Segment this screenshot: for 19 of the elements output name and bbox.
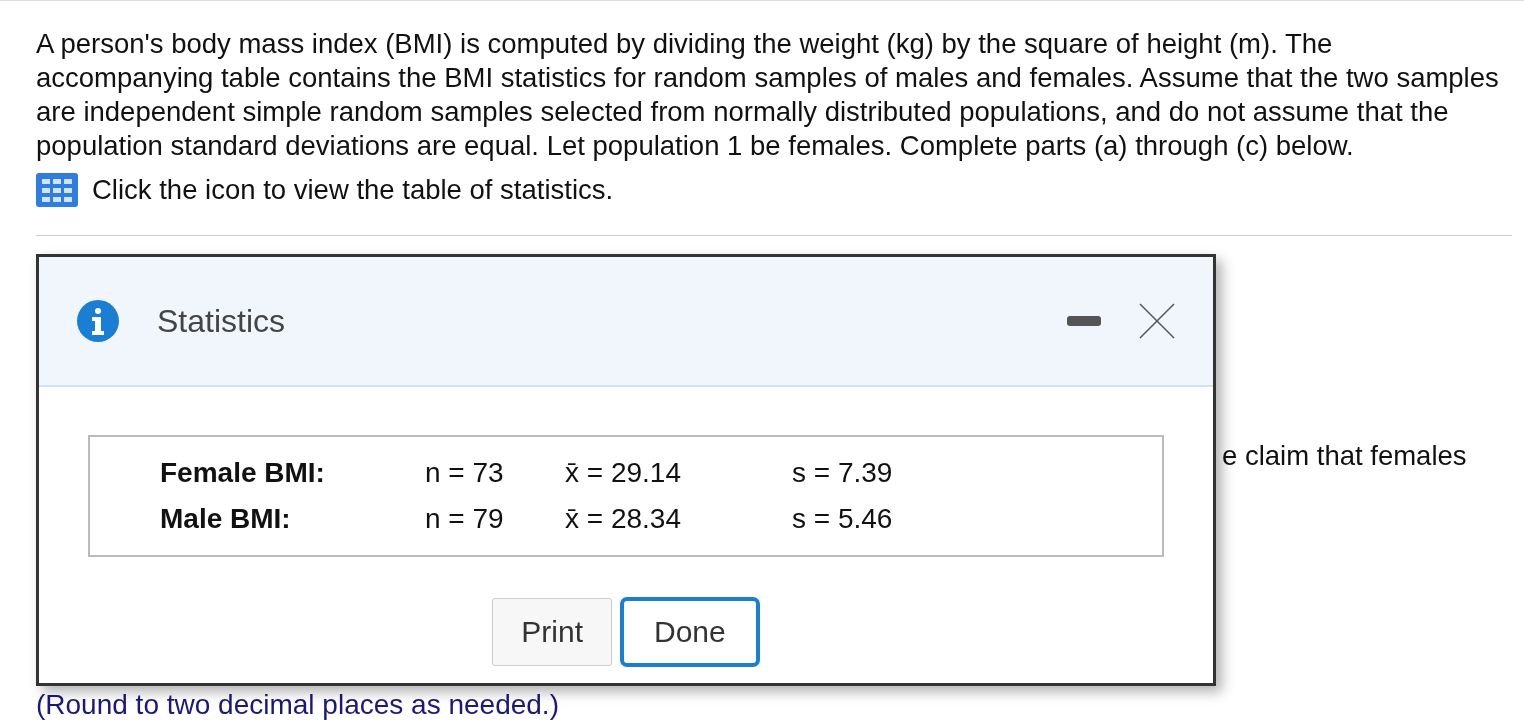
row-label: Male BMI: bbox=[160, 503, 292, 535]
dialog-title: Statistics bbox=[157, 302, 287, 340]
hint-text: (Round to two decimal places as needed.) bbox=[36, 689, 559, 721]
info-icon bbox=[77, 300, 119, 342]
sample-size: n = 73 bbox=[425, 457, 505, 489]
sample-size: n = 79 bbox=[425, 503, 505, 535]
question-text: A person's body mass index (BMI) is computed by dividing the weight (kg) by the square of height (m). The accompanying table contains the BMI statistics for random samples of males and females. Assume that the two samples are independent simple random samples selected from normally distributed populations, and do not assume that the population standard deviations are equal. Let population 1 be females. Complete parts (a) through (c) below. bbox=[36, 27, 1500, 163]
table-icon[interactable] bbox=[36, 173, 78, 207]
standard-deviation: s = 7.39 bbox=[792, 457, 894, 489]
sample-mean: x̄ = 29.14 bbox=[565, 457, 682, 489]
standard-deviation: s = 5.46 bbox=[792, 503, 894, 535]
sample-mean: x̄ = 28.34 bbox=[565, 503, 682, 535]
print-button[interactable]: Print bbox=[492, 598, 612, 666]
table-link-text[interactable]: Click the icon to view the table of statistics. bbox=[92, 174, 614, 206]
close-button[interactable] bbox=[1139, 303, 1175, 339]
minimize-button[interactable] bbox=[1067, 316, 1101, 326]
row-label: Female BMI: bbox=[160, 457, 326, 489]
done-button[interactable]: Done bbox=[620, 597, 760, 667]
question-text: e claim that females bbox=[1222, 440, 1467, 472]
